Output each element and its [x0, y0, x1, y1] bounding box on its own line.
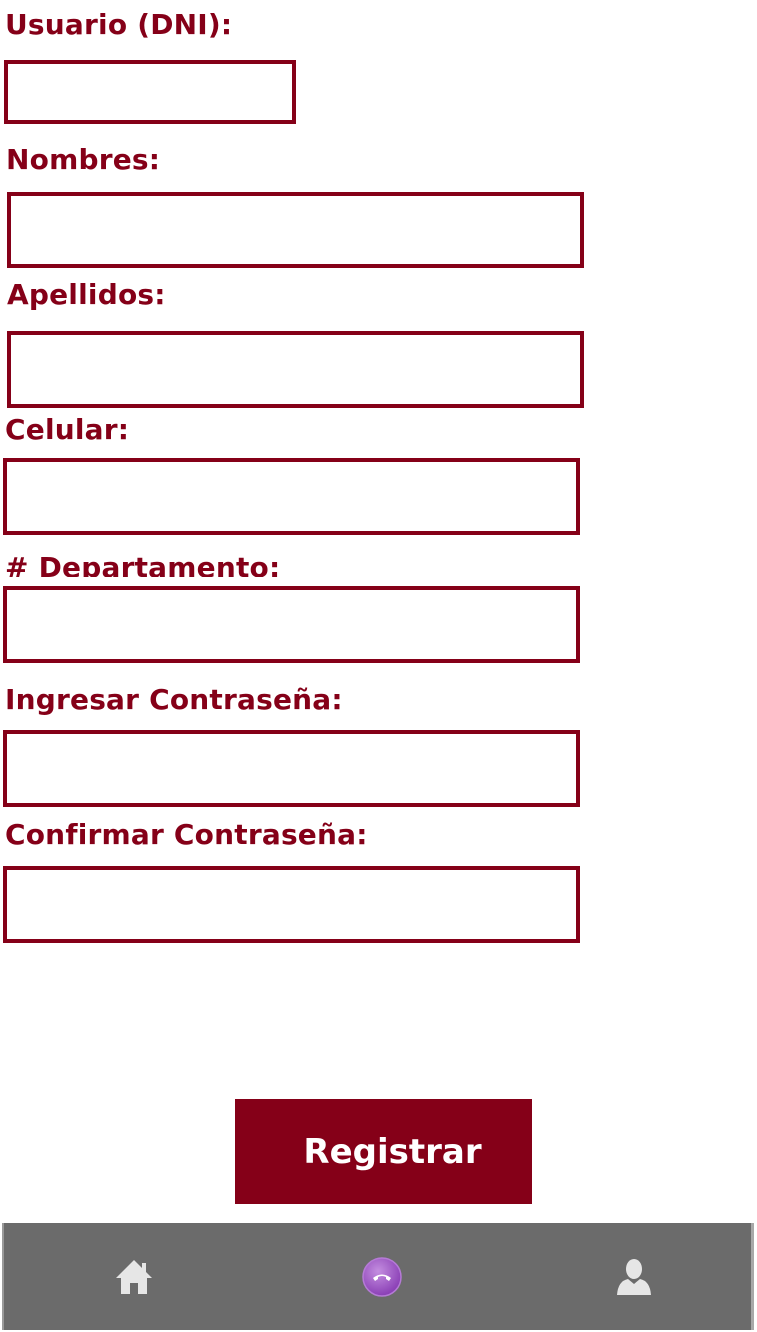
- apellidos-label: Apellidos:: [7, 278, 166, 311]
- tab-profile[interactable]: [574, 1223, 694, 1330]
- home-icon: [114, 1258, 154, 1296]
- phone-icon: [361, 1256, 403, 1298]
- confirm-password-label: Confirmar Contraseña:: [5, 818, 368, 851]
- celular-field[interactable]: [3, 458, 580, 535]
- nombres-field[interactable]: [7, 192, 584, 268]
- dni-field[interactable]: [4, 60, 296, 124]
- tab-home[interactable]: [74, 1223, 194, 1330]
- user-icon: [614, 1257, 654, 1297]
- password-field[interactable]: [3, 730, 580, 807]
- departamento-label: # Departamento:: [5, 551, 281, 577]
- confirm-password-field[interactable]: [3, 866, 580, 943]
- dni-label: Usuario (DNI):: [5, 8, 233, 41]
- departamento-field[interactable]: [3, 586, 580, 663]
- apellidos-field[interactable]: [7, 331, 584, 408]
- tab-phone[interactable]: [322, 1223, 442, 1330]
- nombres-label: Nombres:: [6, 143, 161, 176]
- celular-label: Celular:: [5, 413, 130, 446]
- password-label: Ingresar Contraseña:: [5, 683, 343, 716]
- bottom-tab-bar: [2, 1223, 754, 1330]
- register-button[interactable]: Registrar: [235, 1099, 532, 1204]
